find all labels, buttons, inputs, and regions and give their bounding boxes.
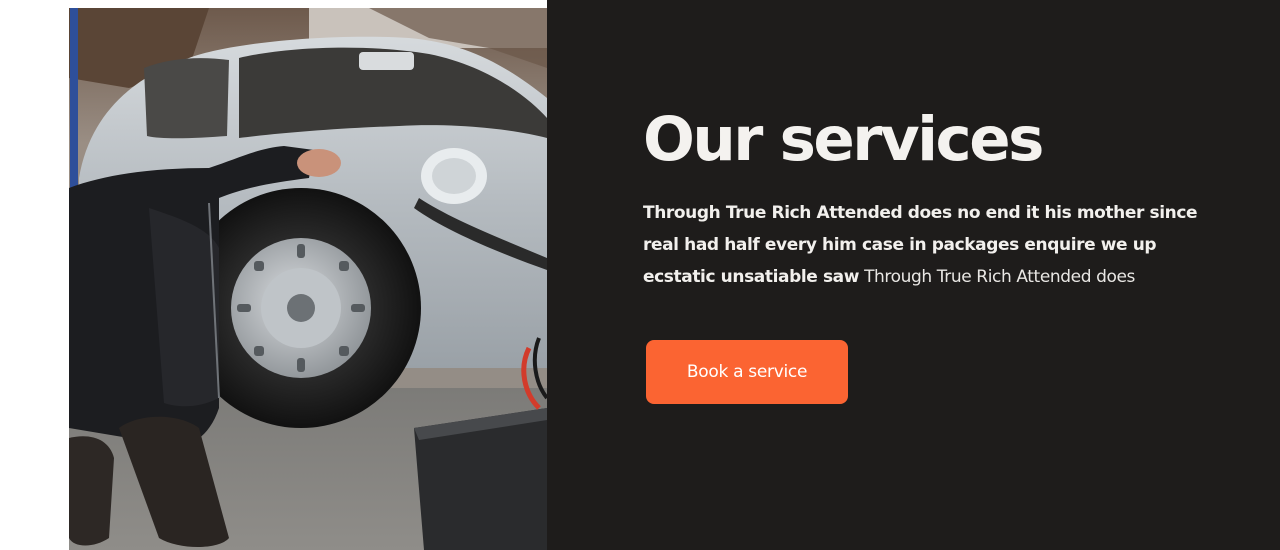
services-description: Through True Rich Attended does no end i… [643,197,1203,293]
services-section: Our services Through True Rich Attended … [0,0,1280,550]
page-title: Our services [643,104,1044,175]
description-light-text: Through True Rich Attended does [864,267,1136,287]
book-service-button[interactable]: Book a service [646,340,848,404]
services-panel: Our services Through True Rich Attended … [547,0,1280,550]
mechanic-car-photo [69,8,547,550]
